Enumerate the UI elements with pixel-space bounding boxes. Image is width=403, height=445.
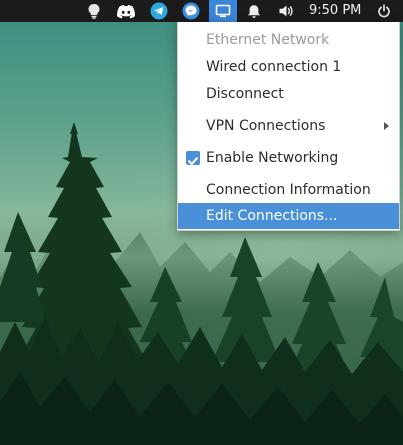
power-icon[interactable] [374, 0, 394, 22]
submenu-arrow-icon [384, 122, 389, 130]
menu-item-label: Connection Information [206, 182, 371, 198]
menu-item-label: Disconnect [206, 86, 284, 102]
lightbulb-icon[interactable] [84, 0, 104, 22]
messenger-icon[interactable] [180, 0, 202, 22]
menu-item-label: Enable Networking [206, 150, 339, 166]
top-panel: 9:50 PM [0, 0, 403, 22]
menu-item-label: Wired connection 1 [206, 59, 342, 75]
menu-item-label: VPN Connections [206, 118, 326, 134]
network-icon[interactable] [209, 0, 237, 22]
menu-section-ethernet-network: Ethernet Network [178, 27, 399, 53]
network-menu: Ethernet Network Wired connection 1 Disc… [177, 22, 400, 231]
clock[interactable]: 9:50 PM [309, 0, 361, 22]
notification-bell-icon[interactable] [244, 0, 264, 22]
menu-section-label: Ethernet Network [206, 32, 330, 48]
menu-item-vpn-connections[interactable]: VPN Connections [178, 113, 399, 139]
menu-item-wired-connection[interactable]: Wired connection 1 [178, 54, 399, 80]
checkbox-checked-icon[interactable] [186, 151, 200, 165]
menu-item-disconnect[interactable]: Disconnect [178, 81, 399, 107]
discord-icon[interactable] [114, 0, 138, 22]
telegram-icon[interactable] [148, 0, 170, 22]
menu-item-edit-connections[interactable]: Edit Connections... [178, 203, 399, 229]
volume-icon[interactable] [275, 0, 297, 22]
menu-item-label: Edit Connections... [206, 208, 338, 224]
menu-item-connection-information[interactable]: Connection Information [178, 177, 399, 203]
menu-item-enable-networking[interactable]: Enable Networking [178, 145, 399, 171]
